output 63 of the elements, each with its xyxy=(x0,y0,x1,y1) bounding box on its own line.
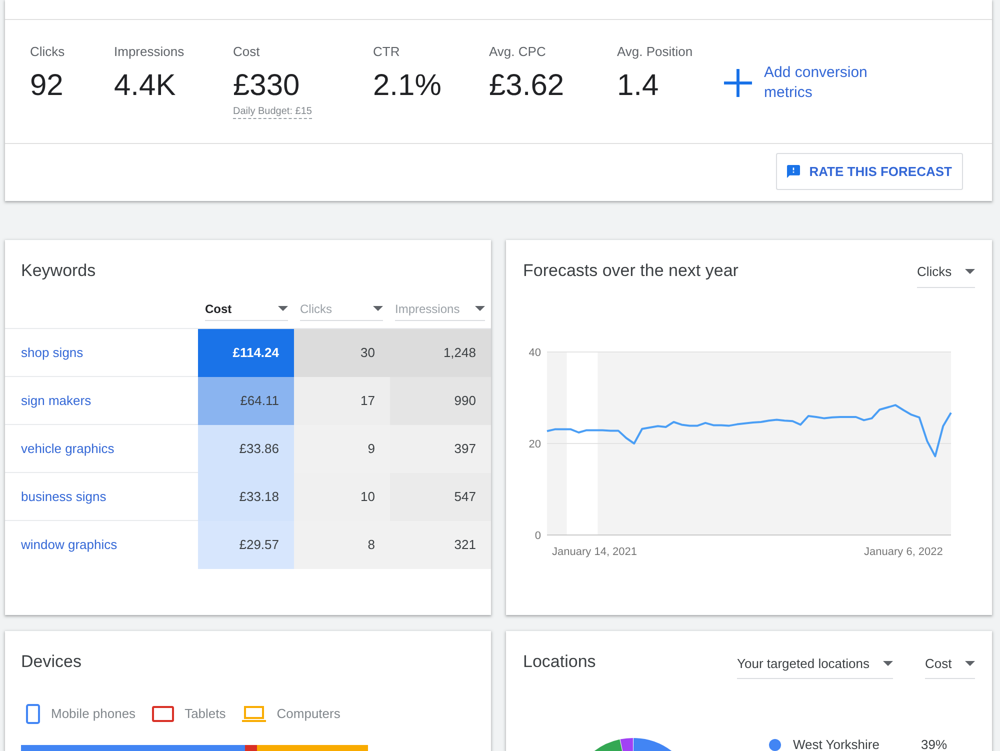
metric-value: £3.62 xyxy=(489,68,564,104)
card-title: Devices xyxy=(21,651,82,673)
feedback-icon xyxy=(787,165,800,178)
dropdown[interactable]: Cost xyxy=(925,651,975,679)
table-cell: 547 xyxy=(390,473,491,521)
table-cell: 1,248 xyxy=(390,329,491,377)
table-cell: £114.24 xyxy=(198,329,294,377)
caret-icon xyxy=(373,306,383,311)
dropdown[interactable]: Your targeted locations xyxy=(737,651,893,679)
legend-value: 39% xyxy=(921,738,948,751)
table-cell: £64.11 xyxy=(198,377,294,425)
column-sort-dropdown[interactable]: Cost xyxy=(205,297,288,321)
axis-label: 20 xyxy=(528,438,541,450)
metric-dropdown[interactable]: Clicks xyxy=(917,260,975,288)
card-title: Forecasts over the next year xyxy=(523,260,738,282)
table-cell: 990 xyxy=(390,377,491,425)
metric-label: Cost xyxy=(233,44,260,60)
legend-label: Mobile phones xyxy=(51,705,136,724)
keyword-link[interactable]: business signs xyxy=(21,486,106,506)
table-cell: 397 xyxy=(390,425,491,473)
table-cell: £33.18 xyxy=(198,473,294,521)
table-cell: £33.86 xyxy=(198,425,294,473)
caret-icon xyxy=(278,306,288,311)
caret-icon xyxy=(883,661,893,666)
card-title: Keywords xyxy=(21,260,96,282)
table-cell: 17 xyxy=(294,377,390,425)
metric-label: CTR xyxy=(373,44,400,60)
axis-label: January 6, 2022 xyxy=(864,546,943,558)
table-cell: 30 xyxy=(294,329,390,377)
metric-value: 2.1% xyxy=(373,68,442,104)
metric-value: 1.4 xyxy=(617,68,659,104)
table-cell: £29.57 xyxy=(198,521,294,569)
table-cell: 9 xyxy=(294,425,390,473)
table-cell: 10 xyxy=(294,473,390,521)
column-sort-dropdown[interactable]: Impressions xyxy=(395,297,485,321)
metric-label: Impressions xyxy=(114,44,184,60)
caret-icon xyxy=(965,269,975,274)
metric-value: 92 xyxy=(30,68,64,104)
column-sort-dropdown[interactable]: Clicks xyxy=(300,297,383,321)
metric-label: Avg. Position xyxy=(617,44,693,60)
caret-icon xyxy=(475,306,485,311)
card-title: Locations xyxy=(523,651,596,673)
legend-label: Tablets xyxy=(184,705,226,724)
daily-budget-note[interactable]: Daily Budget: £15 xyxy=(233,106,312,119)
keyword-link[interactable]: shop signs xyxy=(21,342,84,362)
legend-label: Computers xyxy=(276,705,340,724)
plus-icon xyxy=(724,69,752,97)
metric-value: 4.4K xyxy=(114,68,176,104)
caret-icon xyxy=(965,661,975,666)
metric-label: Clicks xyxy=(30,44,65,60)
axis-label: January 14, 2021 xyxy=(552,546,638,558)
axis-label: 0 xyxy=(534,530,541,542)
axis-label: 40 xyxy=(528,347,541,359)
rate-forecast-button[interactable]: RATE THIS FORECAST xyxy=(776,153,963,190)
metric-label: Avg. CPC xyxy=(489,44,546,60)
add-conversion-metrics-link[interactable]: Add conversion metrics xyxy=(724,63,889,103)
metric-value: £330 xyxy=(233,68,300,104)
table-cell: 8 xyxy=(294,521,390,569)
keyword-link[interactable]: vehicle graphics xyxy=(21,438,114,458)
keyword-link[interactable]: sign makers xyxy=(21,390,92,410)
legend-label: West Yorkshire xyxy=(793,738,880,751)
table-cell: 321 xyxy=(390,521,491,569)
keyword-link[interactable]: window graphics xyxy=(21,535,118,555)
